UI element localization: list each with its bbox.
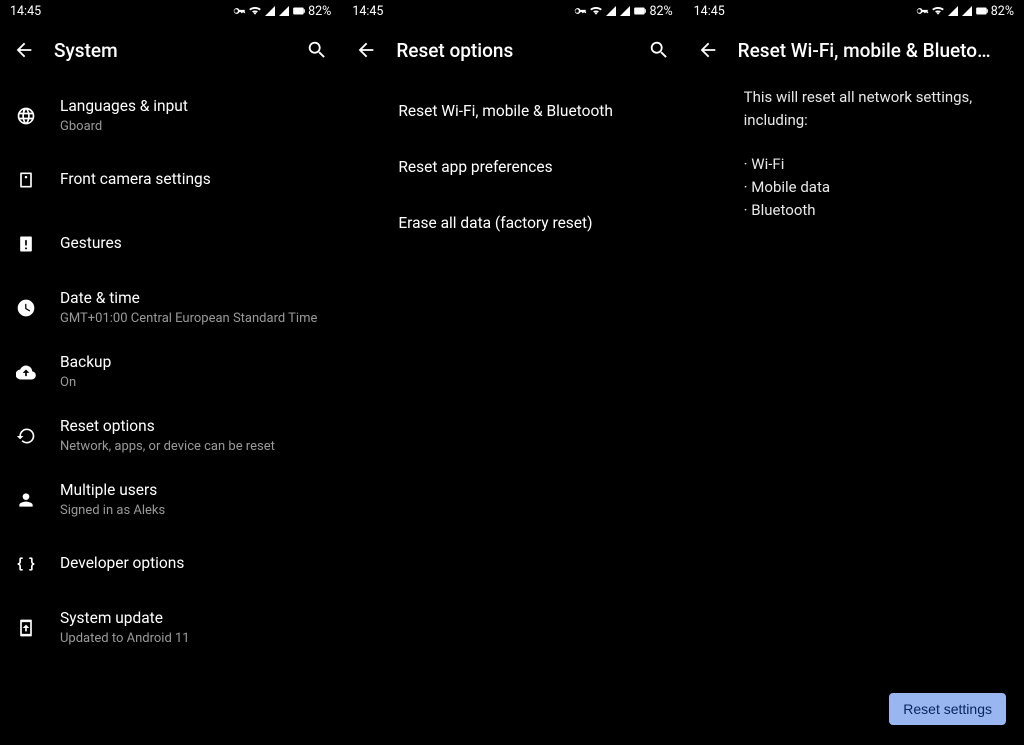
reset-description: This will reset all network settings, in… [684, 78, 1024, 230]
sidebar-item-languages[interactable]: Languages & input Gboard [0, 84, 341, 148]
item-sub: Gboard [60, 119, 188, 135]
key-icon [232, 4, 246, 18]
back-button[interactable] [696, 38, 720, 62]
page-title: Reset options [396, 39, 628, 62]
search-button[interactable] [305, 38, 329, 62]
page-title: Reset Wi-Fi, mobile & Blueto… [738, 39, 1012, 62]
sidebar-item-frontcam[interactable]: Front camera settings [0, 148, 341, 212]
back-button[interactable] [12, 38, 36, 62]
item-title: Reset options [60, 417, 275, 436]
item-title: Gestures [60, 234, 122, 253]
sidebar-item-backup[interactable]: Backup On [0, 340, 341, 404]
cloud-up-icon [14, 362, 38, 382]
clock-icon [14, 298, 38, 318]
person-icon [14, 490, 38, 510]
item-sub: Network, apps, or device can be reset [60, 439, 275, 455]
sidebar-item-sysupdate[interactable]: System update Updated to Android 11 [0, 596, 341, 660]
status-battery: 82% [991, 4, 1014, 19]
status-bar: 14:45 82% [684, 0, 1024, 22]
reset-options-list: Reset Wi-Fi, mobile & Bluetooth Reset ap… [342, 78, 682, 745]
item-title: Backup [60, 353, 111, 372]
signal-icon [264, 4, 276, 18]
app-bar: System [0, 22, 341, 78]
status-battery: 82% [308, 4, 331, 19]
signal-icon [619, 4, 631, 18]
item-title: Front camera settings [60, 170, 211, 189]
sidebar-item-developer[interactable]: Developer options [0, 532, 341, 596]
reset-settings-button[interactable]: Reset settings [889, 693, 1006, 725]
bullet-item: Bluetooth [744, 199, 1006, 222]
status-time: 14:45 [10, 4, 41, 19]
wifi-icon [589, 4, 603, 18]
status-battery: 82% [649, 4, 672, 19]
wifi-icon [248, 4, 262, 18]
battery-icon [633, 4, 647, 18]
signal-icon [947, 4, 959, 18]
item-title: Developer options [60, 554, 184, 573]
status-bar: 14:45 82% [342, 0, 682, 22]
key-icon [915, 4, 929, 18]
braces-icon [14, 554, 38, 574]
bullet-item: Wi-Fi [744, 153, 1006, 176]
bullet-item: Mobile data [744, 176, 1006, 199]
battery-icon [975, 4, 989, 18]
signal-icon [278, 4, 290, 18]
status-time: 14:45 [352, 4, 383, 19]
panel-system: 14:45 82% System Languages & input Gboard… [0, 0, 341, 745]
item-title: Erase all data (factory reset) [398, 214, 592, 233]
item-sub: On [60, 375, 111, 391]
signal-icon [605, 4, 617, 18]
app-bar: Reset options [342, 22, 682, 78]
back-button[interactable] [354, 38, 378, 62]
sysupdate-icon [14, 618, 38, 638]
key-icon [573, 4, 587, 18]
intro-text: This will reset all network settings, in… [744, 86, 1006, 133]
item-sub: Signed in as Aleks [60, 503, 165, 519]
settings-list: Languages & input Gboard Front camera set… [0, 78, 341, 745]
restore-icon [14, 426, 38, 446]
page-title: System [54, 39, 287, 62]
gestures-icon [14, 234, 38, 254]
item-title: System update [60, 609, 190, 628]
sidebar-item-gestures[interactable]: Gestures [0, 212, 341, 276]
frontcam-icon [14, 170, 38, 190]
sidebar-item-datetime[interactable]: Date & time GMT+01:00 Central European St… [0, 276, 341, 340]
battery-icon [292, 4, 306, 18]
item-title: Languages & input [60, 97, 188, 116]
item-title: Reset app preferences [398, 158, 552, 177]
item-title: Multiple users [60, 481, 165, 500]
option-factory-reset[interactable]: Erase all data (factory reset) [342, 196, 682, 252]
sidebar-item-users[interactable]: Multiple users Signed in as Aleks [0, 468, 341, 532]
sidebar-item-reset[interactable]: Reset options Network, apps, or device ca… [0, 404, 341, 468]
bullet-list: Wi-Fi Mobile data Bluetooth [744, 153, 1006, 223]
panel-reset-options: 14:45 82% Reset options Reset Wi-Fi, mob… [341, 0, 682, 745]
search-button[interactable] [647, 38, 671, 62]
option-reset-network[interactable]: Reset Wi-Fi, mobile & Bluetooth [342, 84, 682, 140]
item-sub: Updated to Android 11 [60, 631, 190, 647]
panel-reset-network: 14:45 82% Reset Wi-Fi, mobile & Blueto… … [683, 0, 1024, 745]
signal-icon [961, 4, 973, 18]
option-reset-apps[interactable]: Reset app preferences [342, 140, 682, 196]
item-sub: GMT+01:00 Central European Standard Time [60, 311, 317, 327]
status-bar: 14:45 82% [0, 0, 341, 22]
globe-icon [14, 106, 38, 126]
wifi-icon [931, 4, 945, 18]
item-title: Date & time [60, 289, 317, 308]
status-time: 14:45 [694, 4, 725, 19]
app-bar: Reset Wi-Fi, mobile & Blueto… [684, 22, 1024, 78]
item-title: Reset Wi-Fi, mobile & Bluetooth [398, 102, 613, 121]
